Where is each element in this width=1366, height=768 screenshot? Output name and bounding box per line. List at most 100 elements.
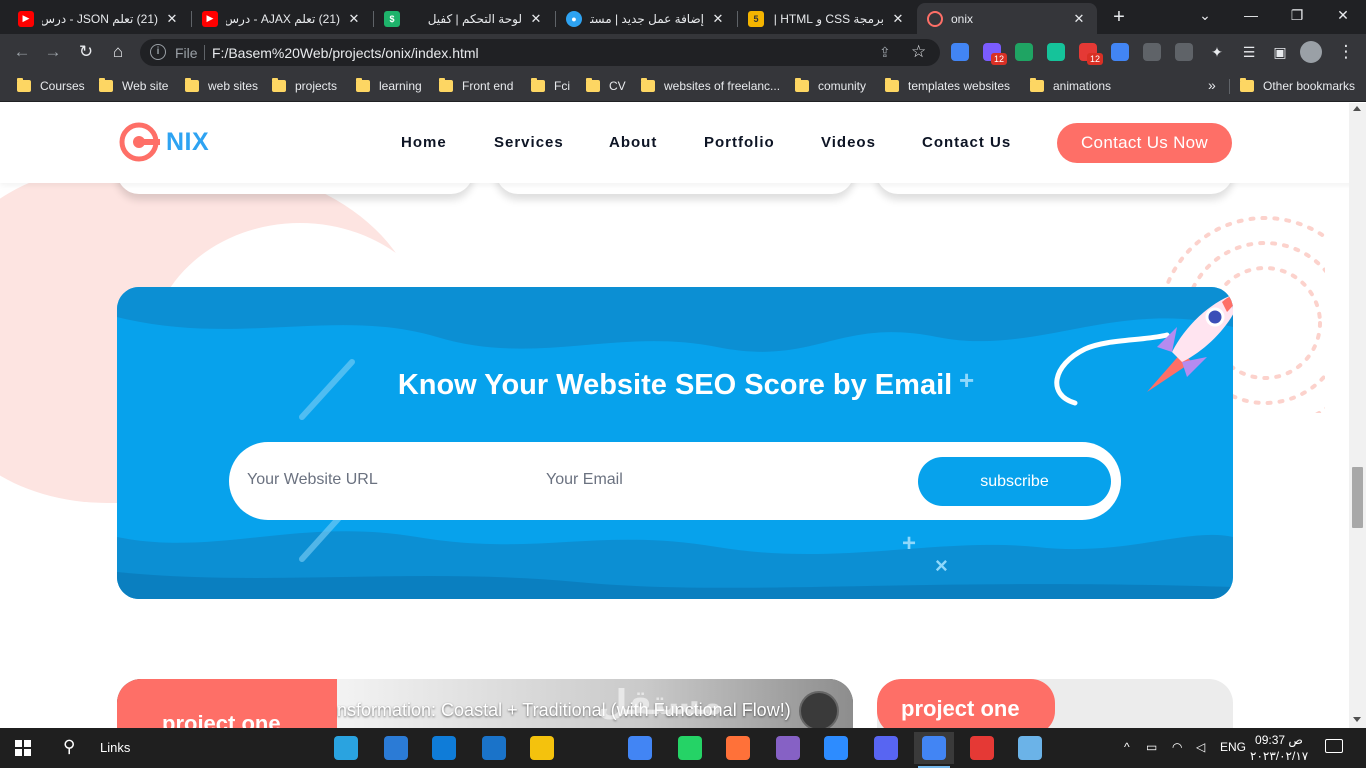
logo-text[interactable]: NIX [166, 128, 209, 157]
q-ext-icon[interactable] [1143, 43, 1161, 61]
bookmark-folder[interactable]: learning [356, 77, 422, 95]
minimize-button[interactable]: — [1228, 0, 1274, 30]
tab-title: برمجة CSS و HTML | خمسات [772, 11, 884, 26]
other-bookmarks-folder[interactable]: Other bookmarks [1240, 77, 1355, 95]
chrome-menu-icon[interactable]: ⋮ [1334, 40, 1358, 64]
whatsapp-icon[interactable] [678, 736, 702, 760]
notifications-icon[interactable] [1325, 739, 1343, 753]
close-tab-icon[interactable]: ✕ [528, 11, 544, 27]
battery-icon[interactable]: ▭ [1146, 740, 1157, 754]
home-button[interactable]: ⌂ [106, 40, 130, 64]
close-tab-icon[interactable]: ✕ [346, 11, 362, 27]
contact-us-now-button[interactable]: Contact Us Now [1057, 123, 1232, 163]
reading-list-icon[interactable]: ☰ [1237, 40, 1261, 64]
mail-icon[interactable] [482, 736, 506, 760]
tab-json-lesson[interactable]: ▶ (21) تعلم JSON - درس ✕ [8, 3, 190, 34]
nav-portfolio[interactable]: Portfolio [704, 134, 775, 151]
folder-icon [185, 78, 199, 92]
website-url-input[interactable] [239, 458, 509, 502]
more-bookmarks-icon[interactable]: » [1208, 77, 1216, 93]
nav-home[interactable]: Home [401, 134, 447, 151]
wifi-icon[interactable]: ◠ [1172, 740, 1182, 754]
close-window-button[interactable]: ✕ [1320, 0, 1366, 30]
google-drive-ext-icon[interactable] [1015, 43, 1033, 61]
close-tab-icon[interactable]: ✕ [890, 11, 906, 27]
forward-button[interactable]: → [41, 40, 65, 64]
bookmark-folder[interactable]: templates websites [885, 77, 1010, 95]
bookmark-folder[interactable]: animations [1030, 77, 1111, 95]
nav-contact-us[interactable]: Contact Us [922, 134, 1011, 151]
new-tab-button[interactable]: + [1108, 6, 1130, 28]
email-input[interactable] [538, 458, 808, 502]
close-tab-icon[interactable]: ✕ [164, 11, 180, 27]
nav-services[interactable]: Services [494, 134, 564, 151]
a-ext-icon[interactable] [1175, 43, 1193, 61]
onix-logo-icon[interactable] [118, 121, 160, 163]
page-scrollbar[interactable] [1349, 103, 1366, 728]
edge-icon[interactable] [432, 736, 456, 760]
restore-button[interactable]: ❐ [1274, 0, 1320, 30]
bookmark-label: Fci [554, 79, 570, 93]
bookmark-folder[interactable]: Front end [439, 77, 513, 95]
tab-title: (21) تعلم AJAX - درس [226, 11, 340, 26]
system-clock[interactable]: 09:37 ص ٢٠٢٣/٠٢/١٧ [1250, 732, 1308, 764]
chrome-active-icon[interactable] [918, 736, 950, 768]
tab-onix[interactable]: onix ✕ [917, 3, 1097, 34]
telegram-icon[interactable] [334, 736, 358, 760]
bookmark-folder[interactable]: comunity [795, 77, 866, 95]
visual-studio-icon[interactable] [776, 736, 800, 760]
input-language[interactable]: ENG [1220, 740, 1246, 754]
back-button[interactable]: ← [10, 40, 34, 64]
bookmark-folder[interactable]: web sites [185, 77, 258, 95]
project-video-preview[interactable]: nsformation: Coastal + Traditional (with… [337, 679, 853, 728]
close-tab-icon[interactable]: ✕ [1071, 11, 1087, 27]
zoom-icon[interactable] [824, 736, 848, 760]
yb-icon[interactable] [970, 736, 994, 760]
volume-icon[interactable]: ◁ [1196, 740, 1205, 754]
file-explorer-icon[interactable] [530, 736, 554, 760]
search-icon[interactable]: ⚲ [63, 737, 75, 757]
bookmark-folder[interactable]: websites of freelanc... [641, 77, 780, 95]
extensions-puzzle-icon[interactable]: ✦ [1205, 40, 1229, 64]
bookmark-folder[interactable]: projects [272, 77, 337, 95]
scroll-down-arrow-icon[interactable] [1353, 717, 1361, 722]
omnibox-divider [204, 45, 205, 60]
project-card[interactable]: project one [877, 679, 1233, 728]
reload-button[interactable]: ↻ [74, 40, 98, 64]
translate-ext-icon[interactable] [951, 43, 969, 61]
bookmark-folder[interactable]: Fci [531, 77, 570, 95]
folder-icon [99, 78, 113, 92]
vscode-icon[interactable] [384, 736, 408, 760]
bookmark-folder[interactable]: Web site [99, 77, 168, 95]
url-text[interactable]: F:/Basem%20Web/projects/onix/index.html [212, 45, 479, 61]
tab-khamsat-html-css[interactable]: 5 برمجة CSS و HTML | خمسات ✕ [738, 3, 916, 34]
scrollbar-thumb[interactable] [1352, 467, 1363, 528]
bookmark-star-icon[interactable]: ☆ [911, 42, 926, 62]
firefox-icon[interactable] [726, 736, 750, 760]
links-toolbar-label[interactable]: Links [100, 740, 130, 755]
grammarly-ext-icon[interactable] [1047, 43, 1065, 61]
tab-ajax-lesson[interactable]: ▶ (21) تعلم AJAX - درس ✕ [192, 3, 372, 34]
subscribe-button[interactable]: subscribe [918, 457, 1111, 506]
tab-mostaql-new-work[interactable]: ● إضافة عمل جديد | مستقل ✕ [556, 3, 736, 34]
chrome-ext-icon[interactable] [1111, 43, 1129, 61]
tab-search-chevron-icon[interactable]: ⌄ [1182, 0, 1228, 30]
address-bar[interactable]: i File F:/Basem%20Web/projects/onix/inde… [140, 39, 940, 66]
nav-about[interactable]: About [609, 134, 657, 151]
nav-videos[interactable]: Videos [821, 134, 876, 151]
windows-start-icon[interactable] [15, 740, 31, 756]
site-info-icon[interactable]: i [150, 44, 166, 60]
bookmark-folder[interactable]: Courses [17, 77, 85, 95]
scroll-up-arrow-icon[interactable] [1353, 106, 1361, 111]
notes-icon[interactable] [1018, 736, 1042, 760]
show-hidden-icons-chevron[interactable]: ^ [1124, 740, 1130, 754]
discord-icon[interactable] [874, 736, 898, 760]
close-tab-icon[interactable]: ✕ [710, 11, 726, 27]
side-panel-icon[interactable]: ▣ [1268, 40, 1292, 64]
tab-kafeel-dashboard[interactable]: $ لوحة التحكم | كفيل ✕ [374, 3, 554, 34]
chrome-icon[interactable] [628, 736, 652, 760]
project-card[interactable]: project one nsformation: Coastal + Tradi… [117, 679, 853, 728]
profile-avatar[interactable] [1300, 41, 1322, 63]
share-icon[interactable]: ⇪ [879, 44, 891, 61]
bookmark-folder[interactable]: CV [586, 77, 626, 95]
